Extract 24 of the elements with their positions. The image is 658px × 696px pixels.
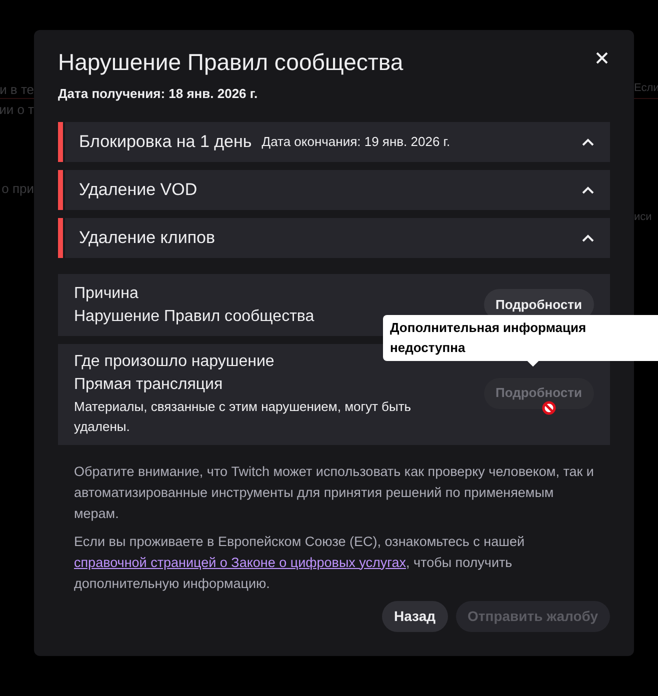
info-value: Прямая трансляция xyxy=(74,374,223,394)
info-heading: Причина xyxy=(74,284,138,304)
background-text: о при xyxy=(2,180,34,198)
info-note: Материалы, связанные с этим нарушением, могут быть удалены. xyxy=(74,398,412,436)
background-text: ии о т xyxy=(0,100,34,118)
close-icon xyxy=(595,51,609,65)
background-text: иси xyxy=(634,210,652,224)
not-allowed-cursor-icon xyxy=(542,400,556,414)
penalty-marker xyxy=(58,170,63,210)
penalty-marker xyxy=(58,122,63,162)
info-heading: Где произошло нарушение xyxy=(74,352,274,372)
received-date: Дата получения: 18 янв. 2026 г. xyxy=(58,85,259,103)
eu-notice-text: Если вы проживаете в Европейском Союзе (ЕС), ознакомьтесь с нашей справочной страницей о Законе о цифровых услугах, чтобы получить дополнительную информацию. xyxy=(73,532,526,593)
penalty-row[interactable]: Удаление клипов xyxy=(65,218,610,258)
info-value: Нарушение Правил сообщества xyxy=(74,306,314,326)
penalty-row[interactable]: Блокировка на 1 день Дата окончания: 19 янв. 2026 г. xyxy=(65,122,610,162)
background-text: и в те xyxy=(0,81,34,99)
help-page-link[interactable]: справочной страницей о Законе о цифровых услугах xyxy=(74,554,406,570)
notice-text: Обратите внимание, что Twitch может использовать как проверку человеком, так и автоматизированные инструменты для принятия решений по применяемым мерам. xyxy=(73,462,595,523)
end-date: Дата окончания: 19 янв. 2026 г. xyxy=(262,132,450,151)
back-button[interactable]: Назад xyxy=(382,601,448,632)
penalty-marker xyxy=(58,218,63,258)
dialog-title: Нарушение Правил сообщества xyxy=(58,48,404,77)
penalty-row[interactable]: Удаление VOD xyxy=(65,170,610,210)
